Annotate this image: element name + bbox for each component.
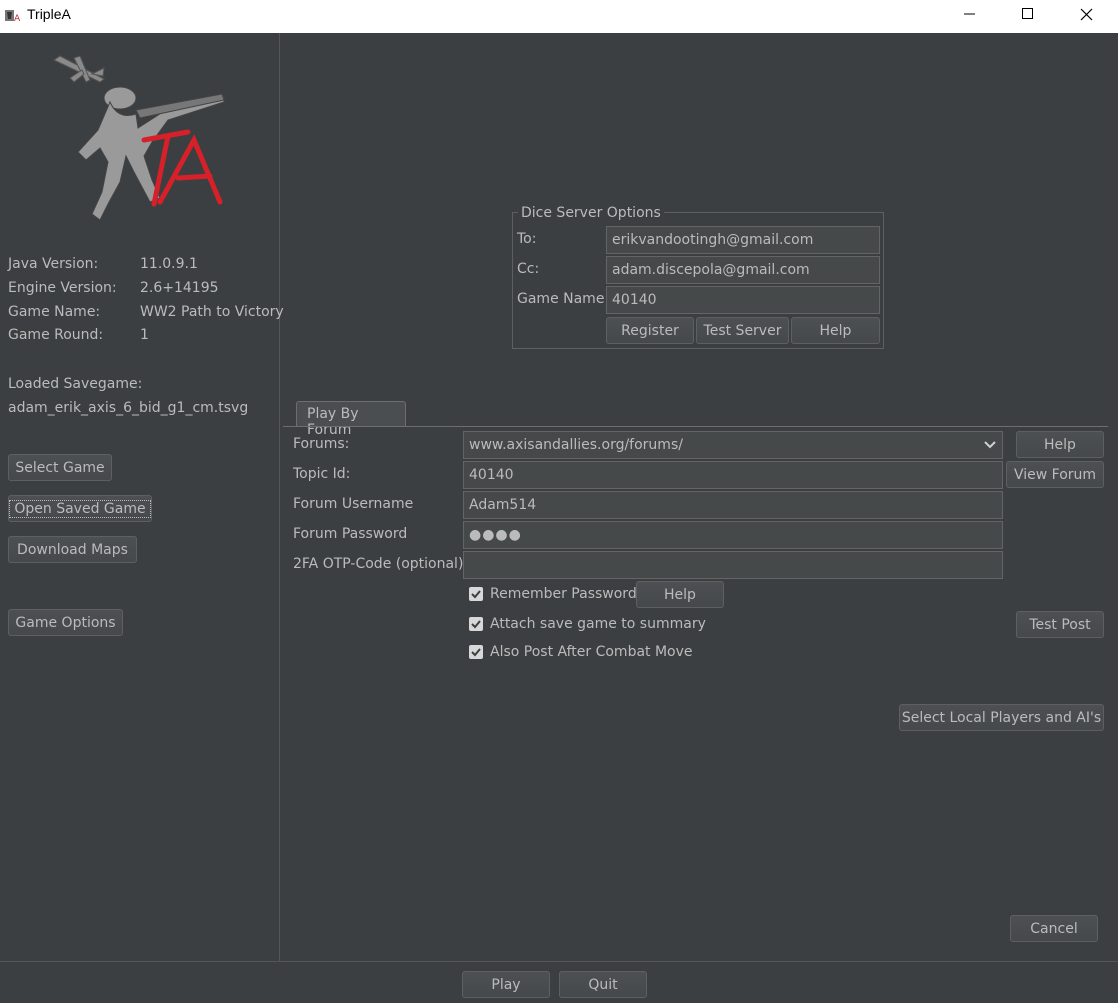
attach-save-checkbox[interactable]: [469, 617, 483, 631]
open-saved-game-button[interactable]: Open Saved Game: [8, 495, 152, 522]
triplea-app-icon: A: [5, 10, 21, 23]
maximize-button[interactable]: [999, 0, 1057, 33]
attach-save-label[interactable]: Attach save game to summary: [490, 616, 706, 632]
topic-id-field[interactable]: 40140: [463, 461, 1003, 489]
minimize-button[interactable]: [941, 0, 999, 33]
dice-server-legend: Dice Server Options: [518, 205, 664, 221]
java-version-label: Java Version:: [8, 256, 99, 272]
forums-label: Forums:: [293, 436, 350, 452]
engine-version-value: 2.6+14195: [140, 280, 219, 296]
dice-cc-label: Cc:: [517, 261, 540, 277]
forum-username-field[interactable]: Adam514: [463, 491, 1003, 519]
tab-divider: [283, 426, 1108, 427]
game-round-label: Game Round:: [8, 327, 104, 343]
checkmark-icon: [471, 590, 481, 599]
loaded-savegame-value: adam_erik_axis_6_bid_g1_cm.tsvg: [8, 400, 249, 416]
forum-password-field[interactable]: ●●●●: [463, 521, 1003, 549]
checkmark-icon: [471, 648, 481, 657]
quit-button[interactable]: Quit: [559, 971, 647, 998]
dice-to-field[interactable]: erikvandootingh@gmail.com: [606, 226, 880, 254]
minimize-icon: [964, 13, 975, 15]
cancel-button[interactable]: Cancel: [1010, 915, 1098, 942]
dice-help-button[interactable]: Help: [791, 317, 880, 344]
select-game-button[interactable]: Select Game: [8, 454, 112, 481]
svg-text:A: A: [14, 14, 21, 23]
checkmark-icon: [471, 620, 481, 629]
chevron-down-icon: [984, 441, 996, 449]
dice-game-name-label: Game Name:: [517, 291, 610, 307]
forum-password-label: Forum Password: [293, 526, 408, 542]
maximize-icon: [1022, 8, 1033, 19]
otp-code-field[interactable]: [463, 551, 1003, 579]
java-version-value: 11.0.9.1: [140, 256, 198, 272]
game-name-value: WW2 Path to Victory: [140, 304, 284, 320]
tab-play-by-forum[interactable]: Play By Forum: [296, 401, 406, 438]
download-maps-button[interactable]: Download Maps: [8, 536, 137, 563]
close-icon: [1080, 8, 1093, 21]
title-bar: A TripleA: [0, 0, 1118, 33]
game-round-value: 1: [140, 327, 149, 343]
dice-cc-field[interactable]: adam.discepola@gmail.com: [606, 256, 880, 284]
engine-version-label: Engine Version:: [8, 280, 117, 296]
dice-game-name-field[interactable]: 40140: [606, 286, 880, 314]
window-title: TripleA: [27, 6, 71, 22]
open-saved-game-label: Open Saved Game: [9, 499, 151, 518]
otp-code-label: 2FA OTP-Code (optional): [293, 556, 464, 572]
select-local-players-button[interactable]: Select Local Players and AI's: [899, 704, 1104, 731]
also-post-checkbox[interactable]: [469, 645, 483, 659]
forums-select-value: www.axisandallies.org/forums/: [469, 437, 683, 453]
remember-password-checkbox[interactable]: [469, 587, 483, 601]
also-post-label[interactable]: Also Post After Combat Move: [490, 644, 693, 660]
topic-id-label: Topic Id:: [293, 466, 351, 482]
close-button[interactable]: [1057, 0, 1115, 33]
game-options-button[interactable]: Game Options: [8, 609, 123, 636]
loaded-savegame-label: Loaded Savegame:: [8, 376, 143, 392]
triplea-logo-icon: [52, 55, 225, 221]
forums-help-button[interactable]: Help: [1016, 431, 1104, 458]
test-post-button[interactable]: Test Post: [1016, 611, 1104, 638]
game-name-label: Game Name:: [8, 304, 101, 320]
view-forum-button[interactable]: View Forum: [1006, 461, 1104, 488]
dice-to-label: To:: [517, 231, 537, 247]
remember-help-button[interactable]: Help: [636, 581, 724, 608]
forum-username-label: Forum Username: [293, 496, 414, 512]
play-button[interactable]: Play: [462, 971, 550, 998]
test-server-button[interactable]: Test Server: [696, 317, 789, 344]
forums-select[interactable]: www.axisandallies.org/forums/: [463, 431, 1003, 459]
register-button[interactable]: Register: [606, 317, 694, 344]
remember-password-label[interactable]: Remember Password: [490, 586, 637, 602]
